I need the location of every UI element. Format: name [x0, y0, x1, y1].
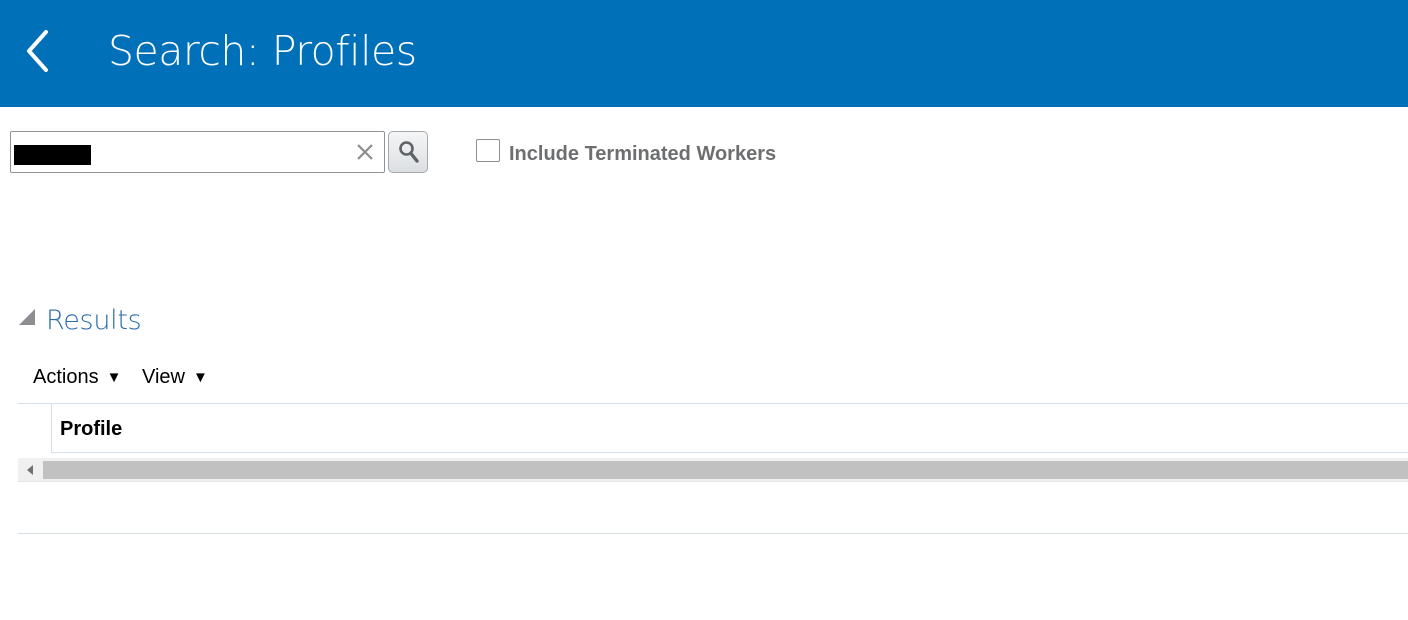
row-header-cell [18, 404, 52, 453]
close-icon [357, 144, 373, 160]
page-title: Search: Profiles [108, 27, 417, 75]
caret-left-icon [27, 465, 33, 475]
column-header-label: Profile [60, 418, 123, 440]
search-button[interactable] [388, 131, 428, 173]
page-header: Search: Profiles [0, 0, 1408, 107]
view-menu-label: View [142, 366, 185, 388]
caret-down-icon: ▼ [106, 369, 122, 386]
clear-search-button[interactable] [354, 141, 376, 163]
actions-menu-label: Actions [33, 366, 99, 388]
search-input[interactable]: ██████ [10, 131, 385, 173]
triangle-expanded-icon [19, 309, 35, 325]
horizontal-scrollbar[interactable] [18, 458, 1408, 482]
actions-menu-button[interactable]: Actions ▼ [33, 364, 121, 390]
include-terminated-label[interactable]: Include Terminated Workers [509, 142, 776, 166]
results-section-title: Results [46, 305, 142, 336]
chevron-left-icon [27, 30, 48, 72]
results-collapse-toggle[interactable] [18, 308, 36, 326]
column-header-profile[interactable]: Profile [52, 404, 1408, 453]
back-button[interactable] [18, 26, 58, 76]
scrollbar-thumb[interactable] [43, 461, 1408, 479]
results-table: Profile [18, 403, 1408, 534]
include-terminated-checkbox[interactable] [476, 139, 500, 162]
search-input-value-redacted: ██████ [14, 145, 91, 165]
view-menu-button[interactable]: View ▼ [142, 364, 208, 390]
caret-down-icon: ▼ [193, 369, 208, 386]
search-icon [399, 141, 419, 163]
scroll-left-button[interactable] [18, 458, 43, 482]
